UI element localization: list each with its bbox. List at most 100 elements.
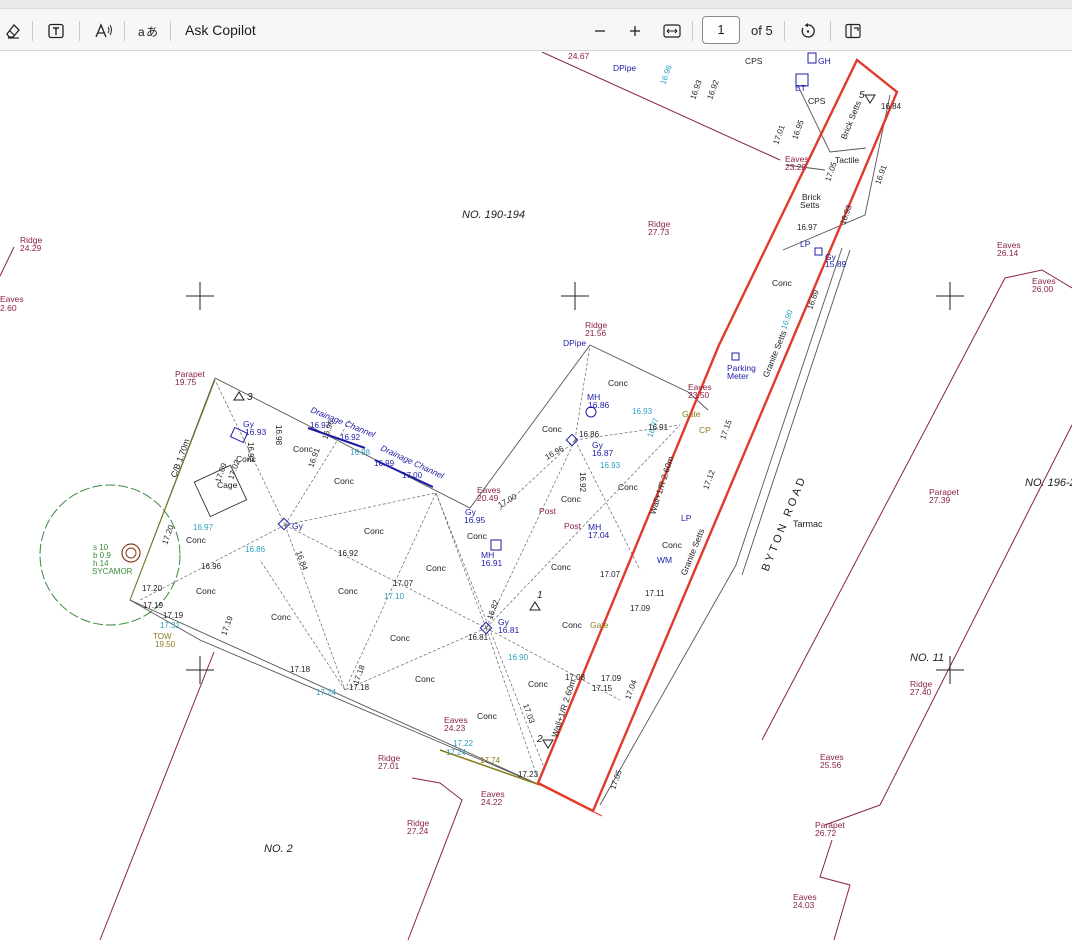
building-outline	[99, 651, 215, 941]
zoom-out-icon[interactable]	[590, 18, 610, 44]
svg-text:a: a	[138, 25, 145, 39]
roof-value: 27.24	[407, 826, 429, 836]
toolbar-separator	[79, 21, 80, 41]
spot-level: 16.84	[294, 550, 309, 572]
spot-level: 16.90	[779, 308, 794, 330]
spot-level: 17.24	[446, 748, 467, 757]
property-label: NO. 190-194	[462, 209, 525, 221]
gate-label: Gate	[682, 409, 701, 419]
text-box-icon[interactable]	[45, 18, 67, 44]
station-number: 3	[247, 392, 253, 403]
roof-value: 27.01	[378, 761, 400, 771]
tactile-label: Tactile	[835, 155, 859, 165]
station-number: 1	[537, 590, 543, 601]
ask-copilot-button[interactable]: Ask Copilot	[185, 22, 256, 38]
tree-trunk-ring	[125, 547, 137, 559]
fixture-value: 17.04	[588, 530, 610, 540]
spot-level: 17.19	[143, 601, 164, 610]
cps-label: CPS	[745, 56, 763, 66]
station-marker	[529, 601, 541, 611]
spot-level: 16.86	[245, 545, 266, 554]
spot-level: 17.15	[592, 684, 613, 693]
site-edge	[214, 344, 591, 509]
grid-cross	[186, 656, 214, 684]
building-outline	[541, 52, 781, 161]
fixture-markers	[229, 52, 823, 635]
spot-level: 16.93	[838, 203, 853, 225]
spot-level: 17.07	[393, 579, 414, 588]
brick-setts-label: Brick Setts	[839, 99, 863, 140]
spot-level: 16.92	[338, 549, 359, 558]
spot-level: 17.07	[600, 570, 621, 579]
survey-plan-page: NO. 190-194 NO. 196-2 NO. 11 NO. 2 BYTON…	[0, 52, 1072, 942]
spot-level: 16.98	[350, 448, 371, 457]
zoom-in-icon[interactable]	[625, 18, 645, 44]
page-number-input[interactable]: 1	[702, 16, 740, 44]
property-label: NO. 196-2	[1025, 477, 1072, 489]
gh-box	[807, 52, 817, 64]
roof-value: 24.22	[481, 797, 503, 807]
roof-value: 24.03	[793, 900, 815, 910]
building-outline	[819, 839, 851, 941]
spot-level: 17.23	[518, 770, 539, 779]
wall-label: Wall+1/R 2.60m	[549, 678, 577, 739]
spot-level: 17.02	[226, 458, 241, 480]
roof-value: 2.60	[0, 303, 17, 313]
rotate-icon[interactable]	[796, 18, 820, 44]
surface-label: Conc	[477, 711, 498, 721]
site-edge	[589, 344, 689, 393]
spot-level: 17.20	[142, 584, 163, 593]
spot-level: 17.05	[823, 160, 838, 182]
spot-level: 16.99	[374, 459, 395, 468]
spot-level: 17.12	[701, 468, 716, 490]
spot-level: 16.81	[468, 633, 489, 642]
roof-value: 24.23	[444, 723, 466, 733]
survey-plan-drawing: NO. 190-194 NO. 196-2 NO. 11 NO. 2 BYTON…	[0, 52, 1072, 941]
spot-level: 16.96	[201, 562, 222, 571]
wall-label: Wall+1/R 2.60m	[647, 455, 675, 516]
read-aloud-icon[interactable]	[92, 18, 116, 44]
spot-level: 16.92	[340, 433, 361, 442]
page-view-icon[interactable]	[841, 18, 865, 44]
building-outline	[0, 246, 15, 277]
surface-label: Conc	[338, 586, 359, 596]
station-marker	[864, 94, 876, 104]
roof-value: 19.75	[175, 377, 197, 387]
roof-value: 24.67	[568, 52, 590, 61]
cb-label: C/B 1.70m	[168, 438, 191, 479]
roof-value: 21.56	[585, 328, 607, 338]
spot-level: 16.84	[881, 102, 902, 111]
grid-cross	[936, 282, 964, 310]
surface-label: Conc	[467, 531, 488, 541]
bt-label: BT	[795, 83, 806, 93]
roof-value: 23.28	[785, 162, 807, 172]
spot-level: 17.74	[480, 756, 501, 765]
translate-icon[interactable]: aあ	[136, 18, 160, 44]
building-outline	[761, 269, 1072, 741]
surface-label: Conc	[608, 378, 629, 388]
dpipe-label: DPipe	[563, 338, 586, 348]
spot-level: 16.95	[790, 118, 805, 140]
surface-label: Conc	[334, 476, 355, 486]
toolbar-separator	[124, 21, 125, 41]
spot-level: 17.20	[160, 523, 175, 545]
fixture-value: 16.86	[588, 400, 610, 410]
property-label: NO. 11	[910, 652, 944, 664]
site-lines	[129, 89, 891, 806]
eraser-icon[interactable]	[2, 18, 24, 44]
kerb-line	[599, 564, 737, 806]
property-label: NO. 2	[264, 843, 293, 855]
wm-label: WM	[657, 555, 672, 565]
spot-level: 17.19	[219, 614, 234, 636]
spot-level: 16.96	[658, 63, 673, 85]
roof-value: 26.14	[997, 248, 1019, 258]
toolbar-separator	[830, 21, 831, 41]
toolbar-separator	[784, 21, 785, 41]
surface-label: Conc	[186, 535, 207, 545]
building-outlines	[0, 52, 1072, 941]
roof-value: 24.29	[20, 243, 42, 253]
spot-level: 17.19	[163, 611, 184, 620]
fit-width-icon[interactable]	[660, 18, 684, 44]
parking-meter-label: Meter	[727, 371, 749, 381]
roof-value: 26.00	[1032, 284, 1054, 294]
